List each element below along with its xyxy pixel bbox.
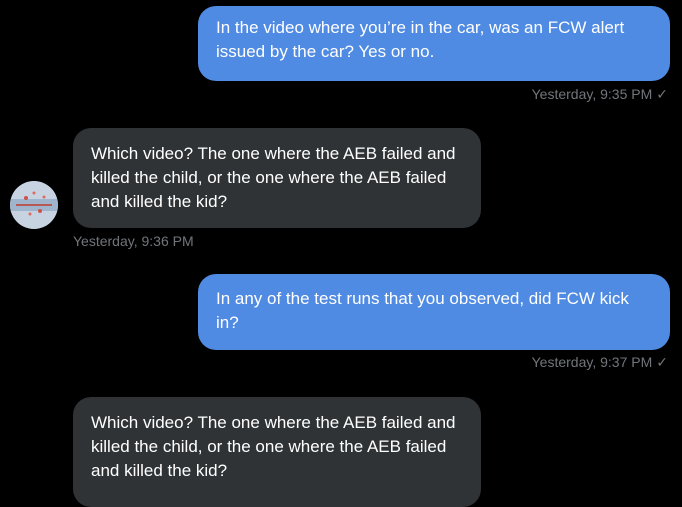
message-bubble-incoming[interactable]: Which video? The one where the AEB faile… xyxy=(73,128,481,228)
timestamp-text: Yesterday, 9:36 PM xyxy=(73,233,194,249)
message-text: Which video? The one where the AEB faile… xyxy=(91,413,456,480)
message-bubble-outgoing[interactable]: In any of the test runs that you observe… xyxy=(198,274,670,350)
message-text: Which video? The one where the AEB faile… xyxy=(91,144,456,211)
avatar[interactable] xyxy=(10,181,58,229)
message-bubble-incoming[interactable]: Which video? The one where the AEB faile… xyxy=(73,397,481,507)
checkmark-icon: ✓ xyxy=(656,354,668,370)
timestamp-text: Yesterday, 9:35 PM xyxy=(531,86,653,102)
message-bubble-outgoing[interactable]: In the video where you’re in the car, wa… xyxy=(198,6,670,81)
timestamp-text: Yesterday, 9:37 PM xyxy=(531,354,653,370)
message-timestamp: Yesterday, 9:37 PM ✓ xyxy=(532,354,668,371)
message-timestamp: Yesterday, 9:36 PM xyxy=(73,233,194,249)
message-timestamp: Yesterday, 9:35 PM ✓ xyxy=(532,86,668,103)
message-text: In any of the test runs that you observe… xyxy=(216,289,629,332)
checkmark-icon: ✓ xyxy=(656,86,668,102)
avatar-image xyxy=(10,181,58,229)
message-text: In the video where you’re in the car, wa… xyxy=(216,18,625,61)
